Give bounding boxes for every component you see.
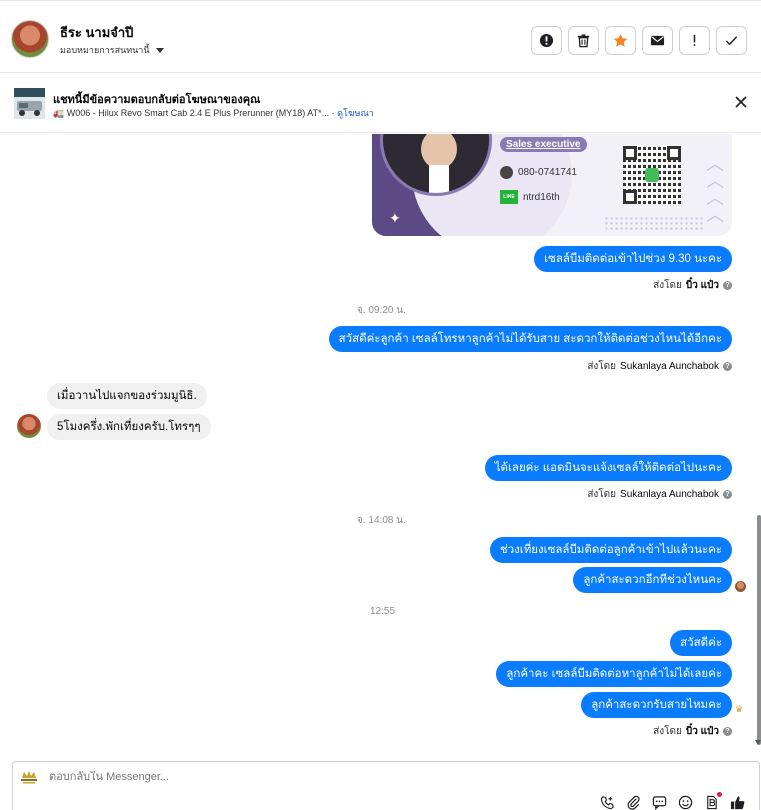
- page-logo-icon: [21, 771, 37, 784]
- card-phone: 080-0741741: [500, 166, 577, 179]
- scroll-down-arrow-icon[interactable]: [755, 740, 761, 745]
- sender-name: Sukanlaya Aunchabok: [620, 489, 719, 500]
- phone-icon: [500, 166, 513, 179]
- sparkle-icon: ✦: [389, 210, 401, 226]
- smiley-icon: [678, 795, 692, 809]
- assign-conversation-dropdown[interactable]: มอบหมายการสนทนานี้: [60, 43, 164, 57]
- info-icon[interactable]: ?: [723, 490, 732, 499]
- thumbs-up-icon: [730, 795, 744, 809]
- line-logo-icon: [645, 168, 659, 182]
- chat-bubble-icon: [652, 795, 666, 810]
- message-outgoing[interactable]: สวัสดีค่ะลูกค้า เซลล์โทรหาลูกค้าไม่ได้รั…: [328, 326, 732, 352]
- card-line-id: LINE ntrd16th: [500, 190, 560, 204]
- assign-label: มอบหมายการสนทนานี้: [60, 45, 150, 55]
- sent-by-label: ส่งโดย Sukanlaya Aunchabok ?: [587, 359, 732, 374]
- line-id: ntrd16th: [523, 191, 560, 203]
- attach-button[interactable]: [624, 794, 642, 810]
- sales-card-image[interactable]: ✦ Sales executive 080-0741741 LINE ntrd1…: [372, 134, 732, 236]
- header-actions: [531, 26, 747, 55]
- photo-face: [421, 134, 457, 169]
- emoji-button[interactable]: [676, 794, 694, 810]
- message-outgoing[interactable]: ลูกค้าสะดวกอีกทีช่วงไหนคะ: [573, 567, 732, 593]
- mark-spam-button[interactable]: [531, 26, 562, 55]
- sent-by-prefix: ส่งโดย: [653, 280, 682, 291]
- ad-name: 🚛 W006 - Hilux Revo Smart Cab 2.4 E Plus…: [53, 108, 330, 118]
- timestamp: 12:55: [370, 606, 396, 617]
- qr-corner: [623, 146, 637, 160]
- close-icon[interactable]: [734, 95, 748, 109]
- sent-by-prefix: ส่งโดย: [587, 489, 617, 500]
- message-incoming[interactable]: 5โมงครึ่ง.พักเที่ยงครับ.โทรๆๆ: [47, 414, 211, 440]
- payment-button[interactable]: [702, 792, 722, 810]
- scrollbar-thumb[interactable]: [757, 515, 761, 745]
- info-icon[interactable]: ?: [723, 281, 732, 290]
- conversation-header: ธีระ นามจำปี มอบหมายการสนทนานี้: [0, 0, 761, 73]
- sent-by-label: ส่งโดย บิ๋ว แป๋ว ?: [653, 724, 732, 739]
- chevron-decoration: ︿ ︿ ︿ ︿: [706, 154, 724, 225]
- message-outgoing[interactable]: สวัสดีค่ะ: [670, 630, 732, 656]
- exclamation-icon: [693, 34, 696, 46]
- alert-circle-icon: [539, 33, 554, 48]
- phone-reply-icon: [600, 795, 614, 809]
- reply-input[interactable]: [49, 771, 449, 783]
- flag-button[interactable]: [679, 26, 710, 55]
- message-templates-button[interactable]: [650, 794, 668, 810]
- qr-code: [623, 146, 681, 204]
- info-icon[interactable]: ?: [723, 727, 732, 736]
- sent-by-label: ส่งโดย บิ๋ว แป๋ว ?: [653, 278, 732, 293]
- saved-replies-button[interactable]: [598, 794, 616, 810]
- like-button[interactable]: [728, 794, 746, 810]
- contact-avatar[interactable]: [11, 20, 49, 58]
- message-outgoing[interactable]: ช่วงเที่ยงเซลล์บีมติดต่อลูกค้าเข้าไปแล้ว…: [489, 537, 732, 563]
- notification-dot: [717, 792, 722, 797]
- photo-shirt: [429, 165, 449, 193]
- trash-icon: [577, 34, 590, 48]
- sent-by-prefix: ส่งโดย: [653, 726, 682, 737]
- sender-name: บิ๋ว แป๋ว: [685, 726, 719, 737]
- seen-indicator-avatar: [735, 581, 746, 592]
- ad-thumbnail[interactable]: [14, 88, 45, 119]
- document-icon: [706, 795, 717, 809]
- contact-avatar-small[interactable]: [17, 414, 41, 438]
- sender-name: Sukanlaya Aunchabok: [620, 361, 719, 372]
- done-button[interactable]: [716, 26, 747, 55]
- mark-unread-button[interactable]: [642, 26, 673, 55]
- phone-number: 080-0741741: [518, 167, 577, 178]
- sent-by-prefix: ส่งโดย: [587, 361, 617, 372]
- timestamp: จ. 14:08 น.: [357, 515, 406, 526]
- sent-by-label: ส่งโดย Sukanlaya Aunchabok ?: [587, 487, 732, 502]
- sales-title-tag: Sales executive: [500, 137, 587, 152]
- qr-corner: [623, 190, 637, 204]
- delete-button[interactable]: [568, 26, 599, 55]
- timestamp: จ. 09:20 น.: [357, 305, 406, 316]
- composer-tools: [598, 792, 746, 810]
- message-outgoing[interactable]: ลูกค้าสะดวกรับสายไหมคะ: [581, 692, 732, 718]
- paperclip-icon: [627, 795, 640, 810]
- caret-down-icon: [155, 47, 164, 53]
- sender-name: บิ๋ว แป๋ว: [685, 280, 719, 291]
- checkmark-icon: [725, 36, 738, 46]
- star-icon: [613, 33, 628, 47]
- qr-corner: [667, 146, 681, 160]
- message-outgoing[interactable]: ได้เลยค่ะ แอดมินจะแจ้งเซลล์ให้ติดต่อไปนะ…: [484, 455, 732, 481]
- contact-name[interactable]: ธีระ นามจำปี: [60, 22, 133, 43]
- info-icon[interactable]: ?: [723, 362, 732, 371]
- message-outgoing[interactable]: เซลล์บีมติดต่อเข้าไปช่วง 9.30 นะคะ: [534, 246, 732, 272]
- message-incoming[interactable]: เมื่อวานไปแจกของร่วมมูนิธิ.: [47, 383, 207, 409]
- star-button[interactable]: [605, 26, 636, 55]
- view-ad-link[interactable]: ดูโฆษณา: [337, 108, 374, 118]
- seen-indicator-page-logo: ♛: [735, 704, 744, 714]
- dot-pattern: [604, 216, 704, 230]
- envelope-icon: [650, 35, 665, 46]
- message-outgoing[interactable]: ลูกค้าคะ เซลล์บีมติดต่อหาลูกค้าไม่ได้เลย…: [496, 661, 732, 687]
- line-icon: LINE: [500, 190, 518, 204]
- banner-subtitle: 🚛 W006 - Hilux Revo Smart Cab 2.4 E Plus…: [53, 106, 374, 120]
